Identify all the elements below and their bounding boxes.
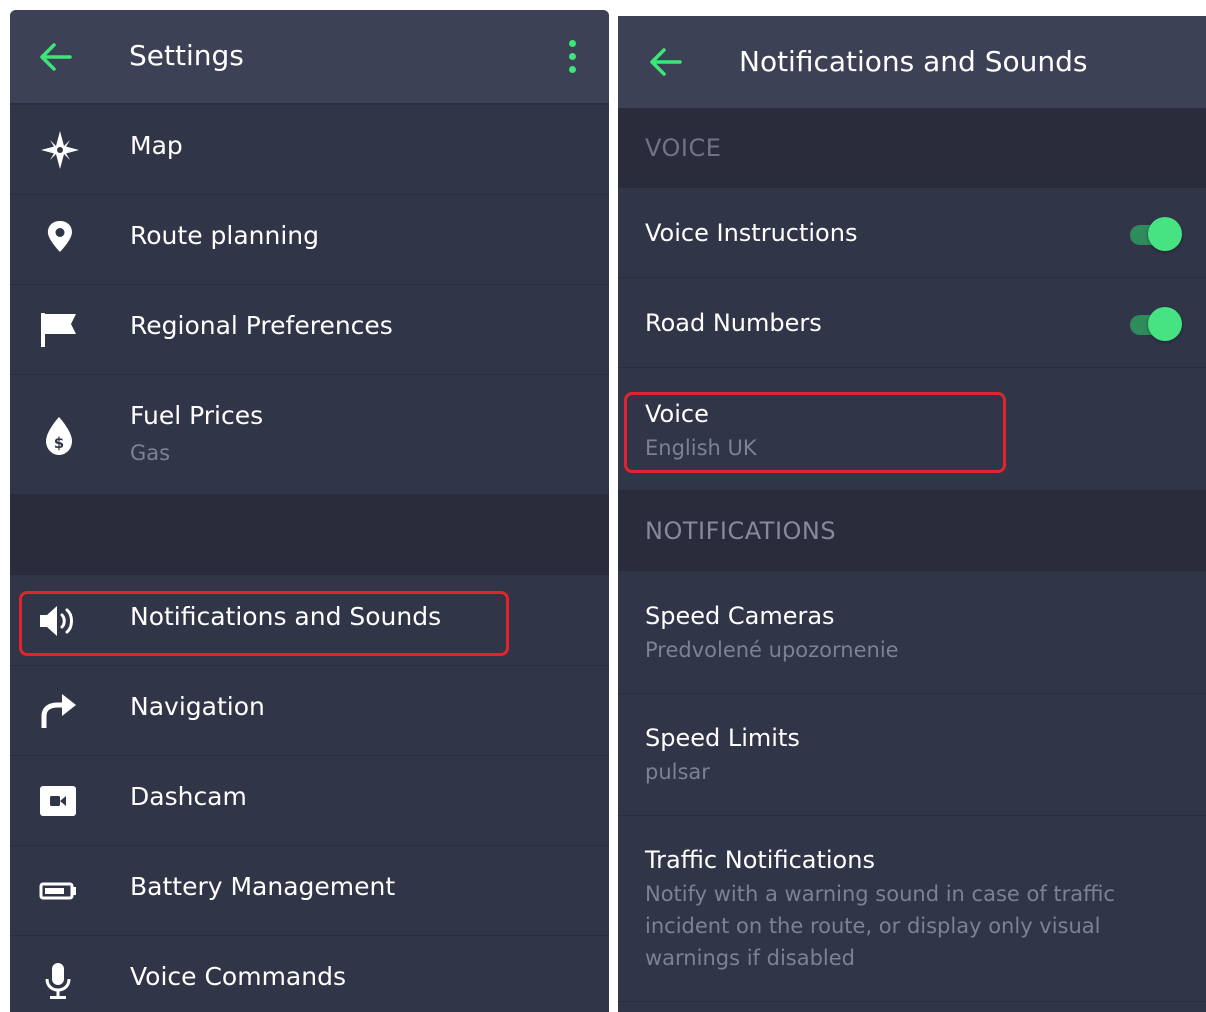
fuel-drop-icon: $ <box>38 417 82 455</box>
battery-icon <box>38 872 82 910</box>
settings-item-voice-commands[interactable]: Voice Commands <box>10 936 609 1012</box>
section-header-notifications: NOTIFICATIONS <box>618 490 1206 571</box>
settings-item-dashcam[interactable]: Dashcam <box>10 756 609 846</box>
settings-item-label: Navigation <box>130 692 265 721</box>
highlight-box <box>624 392 1006 473</box>
section-header-voice: VOICE <box>618 108 1206 188</box>
setting-value: pulsar <box>645 760 710 784</box>
page-title: Settings <box>129 39 244 72</box>
settings-item-label: Regional Preferences <box>130 311 393 340</box>
road-numbers-toggle[interactable] <box>1130 306 1186 342</box>
setting-label: Voice Instructions <box>645 219 858 247</box>
notifications-sounds-panel: Notifications and Sounds VOICE Voice Ins… <box>618 16 1206 1012</box>
back-button[interactable] <box>38 42 74 72</box>
section-divider <box>10 495 609 575</box>
setting-label: Speed Cameras <box>645 602 835 630</box>
turn-right-arrow-icon <box>38 692 82 730</box>
settings-item-route-planning[interactable]: Route planning <box>10 195 609 285</box>
settings-header: Settings <box>10 10 609 105</box>
more-options-button[interactable] <box>563 40 583 74</box>
settings-item-label: Dashcam <box>130 782 247 811</box>
notifications-header: Notifications and Sounds <box>618 16 1206 108</box>
speed-cameras-row[interactable]: Speed Cameras Predvolené upozornenie <box>618 571 1206 694</box>
settings-item-navigation[interactable]: Navigation <box>10 666 609 756</box>
settings-item-battery-management[interactable]: Battery Management <box>10 846 609 936</box>
settings-item-label: Fuel Prices <box>130 401 264 430</box>
svg-text:$: $ <box>54 434 64 452</box>
setting-description: Notify with a warning sound in case of t… <box>645 882 1115 970</box>
settings-panel: Settings Map Route planning Regional Pre… <box>10 10 609 1012</box>
toggle-knob <box>1148 307 1182 341</box>
flag-icon <box>38 311 82 349</box>
setting-label: Traffic Notifications <box>645 846 875 874</box>
location-pin-icon <box>38 221 82 259</box>
settings-item-regional-preferences[interactable]: Regional Preferences <box>10 285 609 375</box>
section-label: VOICE <box>645 134 722 162</box>
highlight-box <box>19 591 509 656</box>
arrow-left-icon <box>650 48 682 76</box>
speed-limits-row[interactable]: Speed Limits pulsar <box>618 694 1206 816</box>
camera-icon <box>38 782 82 820</box>
compass-star-icon <box>38 131 82 169</box>
voice-instructions-toggle[interactable] <box>1130 216 1186 252</box>
more-vertical-icon <box>569 40 576 47</box>
setting-label: Road Numbers <box>645 309 822 337</box>
setting-value: Predvolené upozornenie <box>645 638 899 662</box>
settings-item-label: Voice Commands <box>130 962 346 991</box>
settings-item-value: Gas <box>130 441 171 465</box>
road-numbers-row[interactable]: Road Numbers <box>618 278 1206 368</box>
voice-instructions-row[interactable]: Voice Instructions <box>618 188 1206 278</box>
settings-item-label: Battery Management <box>130 872 396 901</box>
settings-item-map[interactable]: Map <box>10 105 609 195</box>
section-label: NOTIFICATIONS <box>645 517 837 545</box>
arrow-left-icon <box>40 43 72 71</box>
settings-item-label: Route planning <box>130 221 320 250</box>
settings-item-fuel-prices[interactable]: $ Fuel Prices Gas <box>10 375 609 495</box>
page-title: Notifications and Sounds <box>739 45 1088 78</box>
microphone-icon <box>38 962 82 1000</box>
setting-label: Speed Limits <box>645 724 800 752</box>
toggle-knob <box>1148 217 1182 251</box>
traffic-notifications-row[interactable]: Traffic Notifications Notify with a warn… <box>618 816 1206 1002</box>
back-button[interactable] <box>648 47 684 77</box>
settings-item-label: Map <box>130 131 183 160</box>
